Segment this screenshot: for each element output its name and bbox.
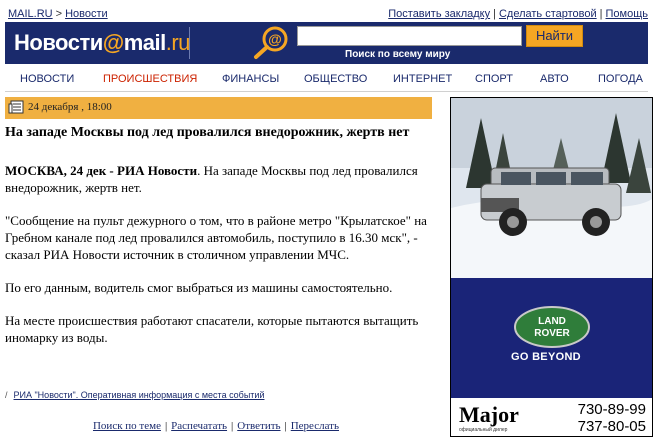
nav-item-society[interactable]: ОБЩЕСТВО	[304, 73, 367, 85]
ad-logo-line1: LAND	[538, 316, 566, 327]
logo-word: Новости	[14, 30, 103, 55]
divider: |	[599, 8, 603, 20]
logo-domain: .ru	[165, 30, 191, 55]
logo-at: @	[102, 30, 124, 55]
add-bookmark-link[interactable]: Поставить закладку	[388, 8, 490, 20]
suv-snow-photo	[451, 98, 652, 278]
ad-dealer-footer: Major официальный дилер 730-89-99 737-80…	[451, 398, 652, 436]
site-header: Новости@mail.ru @ Найти Поиск по всему м…	[5, 22, 648, 64]
divider: |	[284, 420, 287, 432]
article-headline: На западе Москвы под лед провалился внед…	[5, 125, 410, 140]
article-paragraph: "Сообщение на пульт дежурного о том, что…	[5, 213, 427, 262]
search-input[interactable]	[297, 26, 522, 46]
publish-date: 24 декабря , 18:00	[28, 101, 112, 113]
search-button[interactable]: Найти	[526, 25, 583, 47]
print-link[interactable]: Распечатать	[171, 420, 227, 432]
ad-banner[interactable]: LAND ROVER GO BEYOND Major официальный д…	[450, 97, 653, 437]
article-lead-dateline: МОСКВА, 24 дек - РИА Новости	[5, 163, 198, 178]
nav-item-weather[interactable]: ПОГОДА	[598, 73, 643, 85]
forward-link[interactable]: Переслать	[291, 420, 339, 432]
top-utility-bar: MAIL.RU > Новости Поставить закладку | Сдела…	[0, 0, 653, 22]
divider: |	[231, 420, 234, 432]
article-paragraph: На месте происшествия работают спасатели…	[5, 313, 419, 345]
source-link[interactable]: РИА "Новости". Оперативная информация с …	[14, 390, 265, 400]
make-homepage-link[interactable]: Сделать стартовой	[499, 8, 597, 20]
ad-dealer-subtitle: официальный дилер	[459, 427, 508, 433]
ad-phone-1: 730-89-99	[577, 401, 646, 418]
nav-item-sport[interactable]: СПОРТ	[475, 73, 513, 85]
reply-link[interactable]: Ответить	[237, 420, 280, 432]
ad-slogan: GO BEYOND	[511, 351, 581, 363]
top-links: Поставить закладку | Сделать стартовой | Пом…	[388, 8, 648, 20]
nav-item-auto[interactable]: АВТО	[540, 73, 569, 85]
logo-divider	[189, 27, 190, 59]
ad-phone-2: 737-80-05	[577, 418, 646, 435]
site-logo[interactable]: Новости@mail.ru	[14, 30, 190, 56]
nav-item-internet[interactable]: ИНТЕРНЕТ	[393, 73, 452, 85]
magnifier-at-icon: @	[254, 26, 288, 59]
nav-item-finance[interactable]: ФИНАНСЫ	[222, 73, 279, 85]
breadcrumb-separator: >	[55, 8, 63, 20]
nav-item-incidents[interactable]: ПРОИСШЕСТВИЯ	[103, 73, 197, 85]
section-nav: НОВОСТИ ПРОИСШЕСТВИЯ ФИНАНСЫ ОБЩЕСТВО ИН…	[5, 64, 648, 92]
divider: |	[493, 8, 496, 20]
breadcrumb-home-link[interactable]: MAIL.RU	[8, 8, 53, 20]
newspaper-icon	[8, 100, 24, 114]
search-topic-link[interactable]: Поиск по теме	[93, 420, 161, 432]
source-credit: / РИА "Новости". Оперативная информация с…	[5, 390, 264, 400]
svg-text:@: @	[268, 31, 282, 47]
article-actions: Поиск по теме | Распечатать | Ответить | Перес…	[0, 420, 432, 432]
breadcrumb-news-link[interactable]: Новости	[65, 8, 108, 20]
logo-mail: mail	[123, 30, 167, 55]
divider: |	[164, 420, 168, 432]
ad-logo-line2: ROVER	[534, 328, 570, 339]
help-link[interactable]: Помощь	[606, 8, 649, 20]
date-bar: 24 декабря , 18:00	[5, 97, 432, 119]
source-slash: /	[5, 390, 8, 400]
article-lead: МОСКВА, 24 дек - РИА Новости. На западе …	[5, 162, 432, 196]
article-paragraph: По его данным, водитель смог выбраться и…	[5, 280, 393, 295]
ad-dealer-name: Major	[459, 402, 519, 427]
article-body: На западе Москвы под лед провалился внед…	[5, 124, 432, 362]
breadcrumb: MAIL.RU > Новости	[8, 8, 108, 20]
nav-item-news[interactable]: НОВОСТИ	[20, 73, 74, 85]
search-caption: Поиск по всему миру	[345, 49, 451, 60]
